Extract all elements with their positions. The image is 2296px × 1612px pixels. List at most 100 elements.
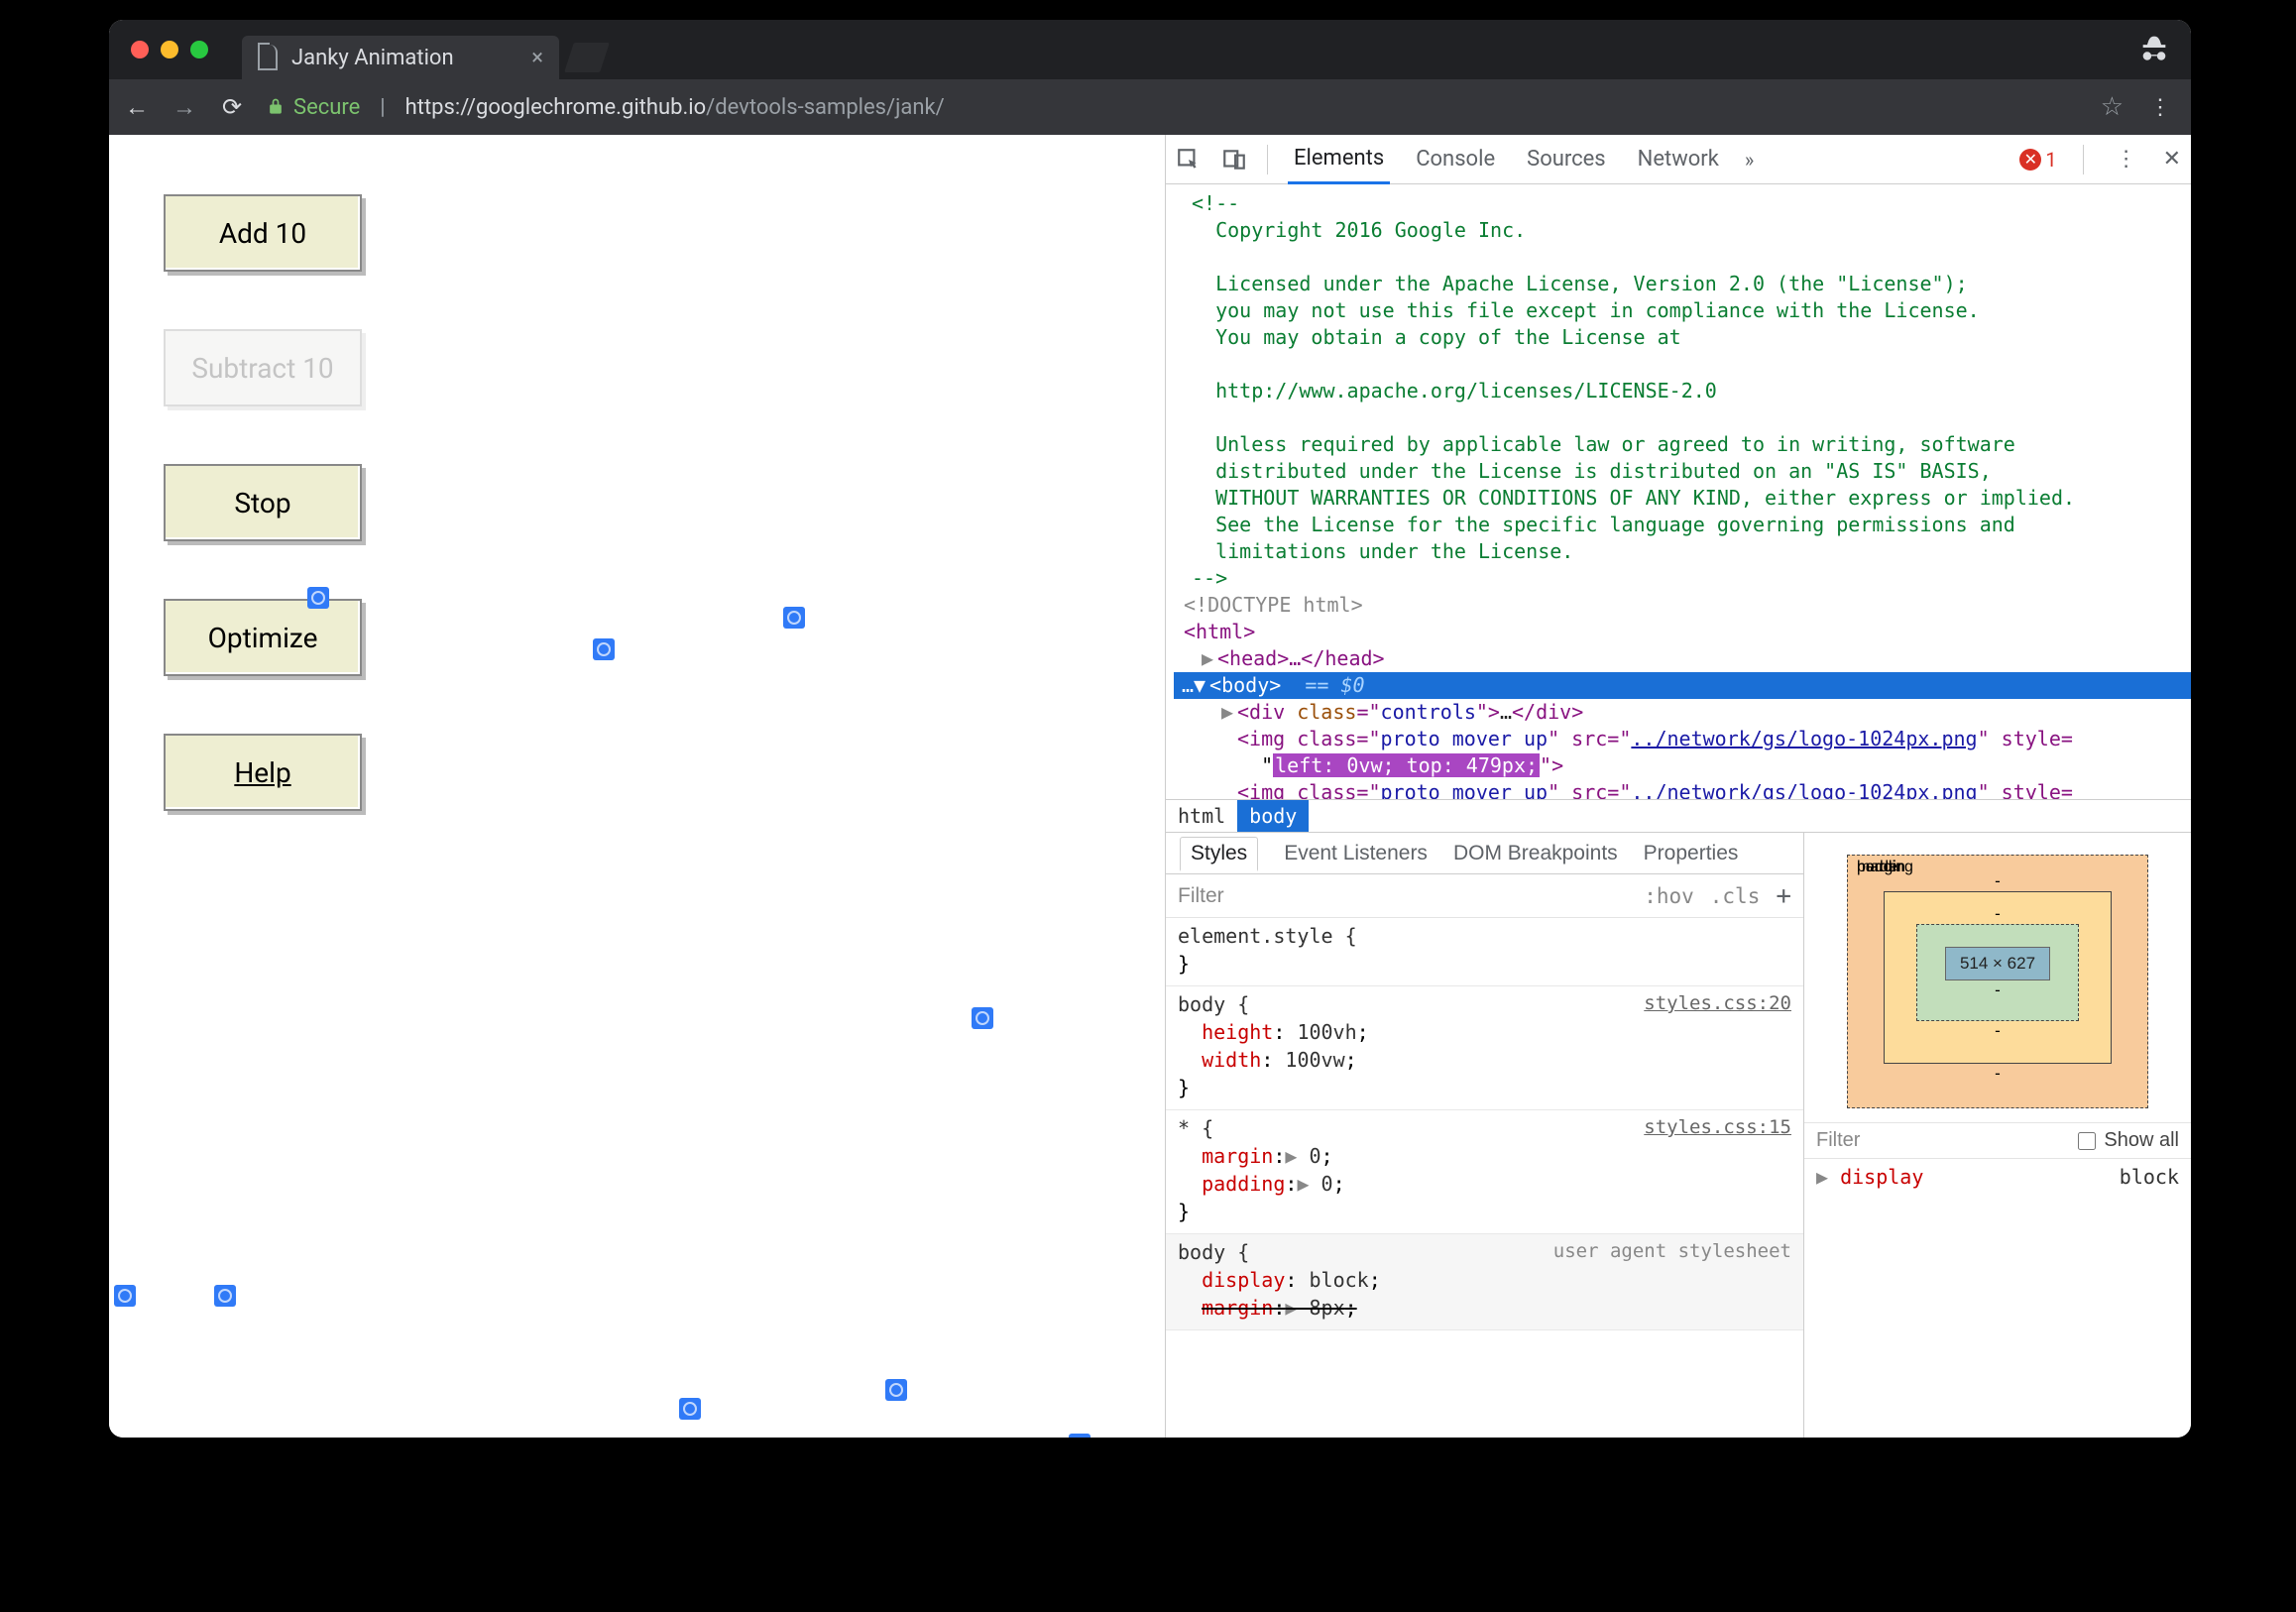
mover-icon — [972, 1007, 993, 1029]
cls-toggle[interactable]: .cls — [1710, 884, 1761, 908]
url-host: https://googlechrome.github.io — [405, 95, 707, 120]
browser-menu-button[interactable]: ⋮ — [2143, 95, 2177, 120]
url-bar: ← → ⟳ Secure | https://googlechrome.gith… — [109, 79, 2191, 135]
dom-doctype[interactable]: <!DOCTYPE html> — [1174, 592, 2191, 619]
box-dash: - — [1884, 1064, 2112, 1084]
styles-filter-row: Filter :hov .cls + — [1166, 874, 1803, 918]
box-dash: - — [1945, 980, 2050, 1000]
back-button[interactable]: ← — [123, 93, 151, 122]
box-content-size: 514 × 627 — [1945, 947, 2050, 980]
mover-icon — [214, 1285, 236, 1307]
rule-user-agent[interactable]: user agent stylesheet body { display: bl… — [1166, 1234, 1803, 1330]
browser-tab[interactable]: Janky Animation × — [242, 36, 559, 79]
close-tab-button[interactable]: × — [531, 46, 543, 70]
style-rules[interactable]: element.style { } styles.css:20 body { h… — [1166, 918, 1803, 1438]
devtools-tab-console[interactable]: Console — [1410, 135, 1501, 184]
stop-button[interactable]: Stop — [164, 464, 362, 541]
show-all-checkbox[interactable] — [2078, 1132, 2096, 1150]
devtools-close-button[interactable]: ✕ — [2163, 147, 2181, 172]
mover-icon — [114, 1285, 136, 1307]
rule-body[interactable]: styles.css:20 body { height: 100vh; widt… — [1166, 986, 1803, 1110]
devtools-tab-network[interactable]: Network — [1632, 135, 1725, 184]
styles-tab-properties[interactable]: Properties — [1644, 842, 1739, 865]
page-favicon-icon — [258, 45, 278, 70]
mover-icon — [307, 587, 329, 609]
mover-icon — [783, 607, 805, 629]
styles-right: margin - border - padding 514 × 627 - - — [1804, 833, 2191, 1438]
mover-icon — [885, 1379, 907, 1401]
subtract-button[interactable]: Subtract 10 — [164, 329, 362, 406]
dom-div-controls[interactable]: ▶<div class="controls">…</div> — [1174, 699, 2191, 726]
close-window-button[interactable] — [131, 41, 149, 58]
tab-bar: Janky Animation × — [109, 20, 2191, 79]
new-style-rule-button[interactable]: + — [1776, 881, 1791, 911]
rule-source-link[interactable]: styles.css:15 — [1644, 1114, 1791, 1141]
mover-icon — [1069, 1434, 1091, 1438]
styles-pane: Styles Event Listeners DOM Breakpoints P… — [1166, 832, 2191, 1438]
devtools-tab-elements[interactable]: Elements — [1288, 135, 1390, 184]
rule-source-link[interactable]: styles.css:20 — [1644, 990, 1791, 1017]
url-path: /devtools-samples/jank/ — [706, 95, 945, 120]
new-tab-button[interactable] — [564, 43, 610, 72]
devtools-toolbar: Elements Console Sources Network » ✕ 1 ⋮… — [1166, 135, 2191, 184]
reload-button[interactable]: ⟳ — [218, 93, 246, 121]
box-dash: - — [1884, 871, 2112, 891]
error-indicator[interactable]: ✕ 1 — [2019, 148, 2056, 172]
box-dash: - — [1916, 1021, 2079, 1041]
styles-filter-input[interactable]: Filter — [1178, 884, 1224, 908]
bookmark-star-icon[interactable]: ☆ — [2101, 92, 2124, 122]
help-button[interactable]: Help — [164, 734, 362, 811]
dom-head[interactable]: ▶<head>…</head> — [1174, 645, 2191, 672]
browser-window: Janky Animation × ← → ⟳ Secure | https:/… — [109, 20, 2191, 1438]
secure-label: Secure — [293, 95, 360, 120]
controls-panel: Add 10 Subtract 10 Stop Optimize Help — [164, 194, 362, 811]
devtools-panel: Elements Console Sources Network » ✕ 1 ⋮… — [1165, 135, 2191, 1438]
show-all-label: Show all — [2104, 1129, 2179, 1152]
box-dash: - — [1916, 904, 2079, 924]
dom-comment: <!-- Copyright 2016 Google Inc. Licensed… — [1174, 190, 2191, 592]
styles-tabs: Styles Event Listeners DOM Breakpoints P… — [1166, 833, 1803, 874]
styles-tab-styles[interactable]: Styles — [1180, 837, 1258, 871]
url-text[interactable]: https://googlechrome.github.io/devtools-… — [405, 95, 945, 120]
crumb-html[interactable]: html — [1166, 800, 1237, 832]
breadcrumb: html body — [1166, 799, 2191, 832]
incognito-icon — [2137, 31, 2171, 68]
box-model[interactable]: margin - border - padding 514 × 627 - - — [1804, 833, 2191, 1123]
computed-list[interactable]: ▶ display block — [1804, 1159, 2191, 1195]
dom-html[interactable]: <html> — [1174, 619, 2191, 645]
window-traffic-lights — [131, 41, 208, 58]
forward-button[interactable]: → — [171, 93, 198, 122]
page-viewport: Add 10 Subtract 10 Stop Optimize Help — [109, 135, 1165, 1438]
rule-star[interactable]: styles.css:15 * { margin:▶ 0; padding:▶ … — [1166, 1110, 1803, 1234]
error-badge-icon: ✕ — [2019, 149, 2041, 171]
add-button[interactable]: Add 10 — [164, 194, 362, 272]
secure-indicator[interactable]: Secure — [266, 95, 360, 120]
optimize-button[interactable]: Optimize — [164, 599, 362, 676]
styles-tab-event-listeners[interactable]: Event Listeners — [1284, 842, 1428, 865]
styles-left: Styles Event Listeners DOM Breakpoints P… — [1166, 833, 1804, 1438]
dom-img-1[interactable]: <img class="proto mover up" src="../netw… — [1174, 726, 2191, 779]
devtools-menu-button[interactable]: ⋮ — [2110, 147, 2143, 172]
hov-toggle[interactable]: :hov — [1644, 884, 1694, 908]
error-count: 1 — [2045, 148, 2056, 172]
dom-body-selected[interactable]: …▼<body> == $0 — [1174, 672, 2191, 699]
dom-img-2[interactable]: <img class="proto mover up" src="../netw… — [1174, 779, 2191, 799]
ua-label: user agent stylesheet — [1553, 1238, 1791, 1265]
box-padding-label: padding — [1857, 859, 1913, 876]
mover-icon — [593, 638, 615, 660]
minimize-window-button[interactable] — [161, 41, 178, 58]
devtools-tab-sources[interactable]: Sources — [1521, 135, 1612, 184]
devtools-more-tabs-icon[interactable]: » — [1745, 148, 1754, 172]
fullscreen-window-button[interactable] — [190, 41, 208, 58]
content-area: Add 10 Subtract 10 Stop Optimize Help — [109, 135, 2191, 1438]
styles-tab-dom-breakpoints[interactable]: DOM Breakpoints — [1453, 842, 1618, 865]
crumb-body[interactable]: body — [1237, 800, 1309, 832]
computed-filter-input[interactable]: Filter — [1816, 1129, 1860, 1152]
computed-filter-row: Filter Show all — [1804, 1123, 2191, 1159]
inspect-element-icon[interactable] — [1176, 147, 1202, 173]
dom-tree[interactable]: <!-- Copyright 2016 Google Inc. Licensed… — [1166, 184, 2191, 799]
device-toolbar-icon[interactable] — [1221, 147, 1247, 173]
mover-icon — [679, 1398, 701, 1420]
rule-element-style[interactable]: element.style { } — [1166, 918, 1803, 986]
tab-title: Janky Animation — [291, 46, 454, 70]
